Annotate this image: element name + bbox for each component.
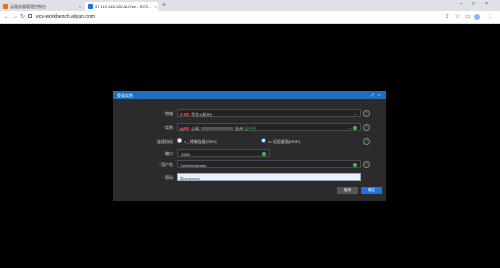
protocol-label: 连接协议	[157, 139, 173, 144]
terminal-icon: >_	[184, 139, 189, 144]
instance-name: 公网	[191, 126, 200, 131]
china-flag-icon	[184, 127, 189, 131]
password-row: *密码 ⚿ ••••••••••••	[113, 173, 386, 181]
share-icon[interactable]: ⇪	[445, 13, 450, 21]
tab-workbench[interactable]: 47.110.148.126 ALIYun - ECS ... ×	[85, 2, 158, 11]
protocol-row: 连接协议 >_ 终端连接(SSH) ▭ 远程桌面(RDP) ?	[113, 137, 386, 145]
address-bar[interactable]: ecs-workbench.aliyun.com	[36, 14, 95, 20]
port-label: 端口	[165, 151, 173, 156]
desktop-icon: ▭	[268, 139, 272, 144]
instance-row: *实例 ▤ 公网 杭州 运行中 ⌄ ?	[113, 123, 386, 131]
menu-icon[interactable]: ⋮	[487, 13, 493, 21]
close-icon[interactable]: ×	[79, 4, 81, 9]
rdp-option-label: 远程桌面(RDP)	[272, 139, 301, 144]
valid-check-icon	[262, 152, 266, 156]
help-icon[interactable]: ?	[363, 110, 370, 117]
bookmark-star-icon[interactable]: ☆	[455, 13, 460, 21]
valid-check-icon	[353, 163, 357, 167]
valid-check-icon	[353, 126, 357, 130]
cancel-button[interactable]: 取消	[337, 187, 358, 194]
username-value: Administrator	[183, 163, 207, 168]
new-tab-button[interactable]: +	[162, 2, 166, 10]
reload-icon[interactable]: ↻	[20, 13, 25, 21]
region-select[interactable]: ⚲ 华东1(杭州) ⌄	[177, 109, 361, 117]
maximize-button[interactable]: □	[472, 1, 475, 7]
required-mark-icon: *	[162, 125, 164, 130]
help-icon[interactable]: ?	[363, 161, 370, 168]
workbench-favicon-icon	[88, 4, 93, 9]
close-icon[interactable]: ×	[378, 92, 380, 97]
region-row: *地域 ⚲ 华东1(杭州) ⌄ ?	[113, 109, 386, 117]
tab-strip: 云服务器管理控制台 × 47.110.148.126 ALIYun - ECS …	[0, 0, 500, 11]
browser-toolbar: ← → ↻ ecs-workbench.aliyun.com ⇪ ☆ ▭ ⋮	[0, 11, 500, 24]
username-label: 用户名	[161, 162, 173, 167]
username-input[interactable]: ♙ Administrator	[177, 160, 361, 168]
required-mark-icon: *	[162, 175, 164, 180]
port-input[interactable]: 3389	[177, 149, 270, 157]
login-dialog: 登录实例 ⤢ × *地域 ⚲ 华东1(杭州) ⌄ ? *实例 ▤ 公网 杭州 运行…	[113, 91, 386, 201]
radio-ssh[interactable]	[177, 138, 182, 143]
required-mark-icon: *	[162, 111, 164, 116]
password-input[interactable]: ⚿ ••••••••••••	[177, 173, 361, 181]
tab-title: 47.110.148.126 ALIYun - ECS ...	[95, 4, 153, 9]
port-value: 3389	[181, 152, 190, 157]
required-mark-icon: *	[158, 162, 160, 167]
radio-rdp[interactable]	[261, 138, 266, 143]
tab-console[interactable]: 云服务器管理控制台 ×	[0, 2, 84, 11]
instance-label: 实例	[165, 125, 173, 130]
minimize-button[interactable]: –	[460, 1, 463, 7]
redacted-ip	[201, 127, 234, 131]
dialog-title: 登录实例	[117, 92, 133, 98]
close-window-button[interactable]: ×	[485, 1, 488, 7]
instance-select[interactable]: ▤ 公网 杭州 运行中 ⌄	[177, 123, 361, 131]
required-mark-icon: *	[162, 151, 164, 156]
chevron-down-icon: ⌄	[348, 125, 352, 130]
instance-status: 运行中	[244, 126, 257, 131]
ssh-option-label: 终端连接(SSH)	[189, 139, 217, 144]
chevron-down-icon: ⌄	[353, 111, 357, 116]
username-row: *用户名 ♙ Administrator ?	[113, 160, 386, 168]
help-icon[interactable]: ?	[363, 124, 370, 131]
region-label: 地域	[165, 111, 173, 116]
china-flag-icon	[184, 113, 189, 117]
fullscreen-icon[interactable]: ⤢	[371, 92, 374, 97]
tab-title: 云服务器管理控制台	[10, 3, 46, 9]
sidepanel-icon[interactable]: ▭	[465, 13, 471, 21]
ok-button[interactable]: 确定	[361, 187, 382, 194]
help-icon[interactable]: ?	[363, 138, 370, 145]
aliyun-favicon-icon	[3, 4, 8, 9]
password-label: 密码	[165, 175, 173, 180]
dialog-header: 登录实例 ⤢ ×	[113, 91, 386, 99]
forward-icon[interactable]: →	[12, 13, 18, 21]
region-value: 华东1(杭州)	[191, 112, 213, 117]
back-icon[interactable]: ←	[4, 13, 10, 21]
lock-icon	[28, 14, 32, 18]
close-icon[interactable]: ×	[155, 4, 157, 9]
password-value: ••••••••••••	[183, 176, 200, 181]
instance-zone: 杭州	[235, 126, 244, 131]
profile-avatar[interactable]	[474, 14, 480, 20]
port-row: *端口 3389	[113, 149, 386, 157]
